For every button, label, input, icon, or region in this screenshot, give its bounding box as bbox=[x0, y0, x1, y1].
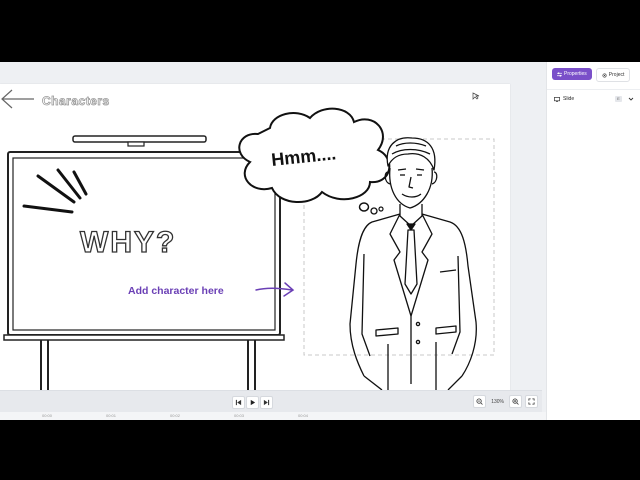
skip-forward-icon bbox=[263, 399, 270, 406]
timeline-ruler[interactable]: 00:00 00:01 00:02 00:03 00:04 bbox=[0, 412, 546, 420]
chevron-down-icon[interactable] bbox=[628, 96, 634, 102]
add-character-label: Add character here bbox=[128, 285, 224, 297]
timeline-tick: 00:04 bbox=[298, 413, 309, 418]
skip-back-button[interactable] bbox=[232, 396, 245, 409]
whiteboard bbox=[3, 151, 285, 390]
skip-forward-button[interactable] bbox=[260, 396, 273, 409]
slide-artwork: Characters WHY? Add character here Hmm..… bbox=[1, 89, 495, 390]
zoom-out-icon bbox=[476, 398, 483, 405]
slide-heading: Characters bbox=[42, 94, 110, 108]
tab-properties[interactable]: Properties bbox=[552, 68, 592, 80]
slide-section-badge: E bbox=[615, 96, 622, 102]
sliders-icon bbox=[557, 71, 562, 77]
panel-tabs: Properties Project bbox=[552, 68, 631, 82]
timeline-tick: 00:02 bbox=[170, 413, 181, 418]
why-text: WHY? bbox=[80, 226, 176, 259]
zoom-in-icon bbox=[512, 398, 519, 405]
tab-project[interactable]: Project bbox=[595, 68, 631, 82]
fullscreen-button[interactable] bbox=[525, 395, 538, 408]
zoom-out-button[interactable] bbox=[473, 395, 487, 408]
tab-properties-label: Properties bbox=[564, 71, 587, 77]
play-button[interactable] bbox=[246, 396, 259, 409]
properties-panel: Properties Project Slide E bbox=[546, 62, 640, 420]
slide-section-label: Slide bbox=[563, 96, 575, 102]
gear-icon bbox=[602, 73, 607, 77]
cursor-icon bbox=[472, 92, 480, 100]
timeline-tick: 00:00 bbox=[42, 413, 53, 418]
monitor-icon bbox=[554, 96, 560, 102]
slide-section-header[interactable]: Slide E bbox=[554, 94, 634, 104]
zoom-controls: 130% bbox=[473, 395, 538, 408]
panel-divider bbox=[547, 89, 640, 90]
whiteboard-rail bbox=[72, 135, 207, 143]
slide-canvas[interactable]: Characters WHY? Add character here Hmm..… bbox=[0, 84, 510, 420]
zoom-in-button[interactable] bbox=[509, 395, 522, 408]
app-window: Characters WHY? Add character here Hmm..… bbox=[0, 62, 640, 420]
skip-back-icon bbox=[235, 399, 242, 406]
timeline-tick: 00:01 bbox=[106, 413, 117, 418]
arrow-left-icon bbox=[1, 89, 34, 109]
timeline-tick: 00:03 bbox=[234, 413, 245, 418]
zoom-level: 130% bbox=[491, 398, 504, 405]
playback-bar: 130% bbox=[0, 390, 542, 413]
canvas-area: Characters WHY? Add character here Hmm..… bbox=[0, 62, 546, 420]
fullscreen-icon bbox=[528, 398, 535, 405]
tab-project-label: Project bbox=[608, 72, 625, 78]
play-icon bbox=[250, 399, 256, 406]
